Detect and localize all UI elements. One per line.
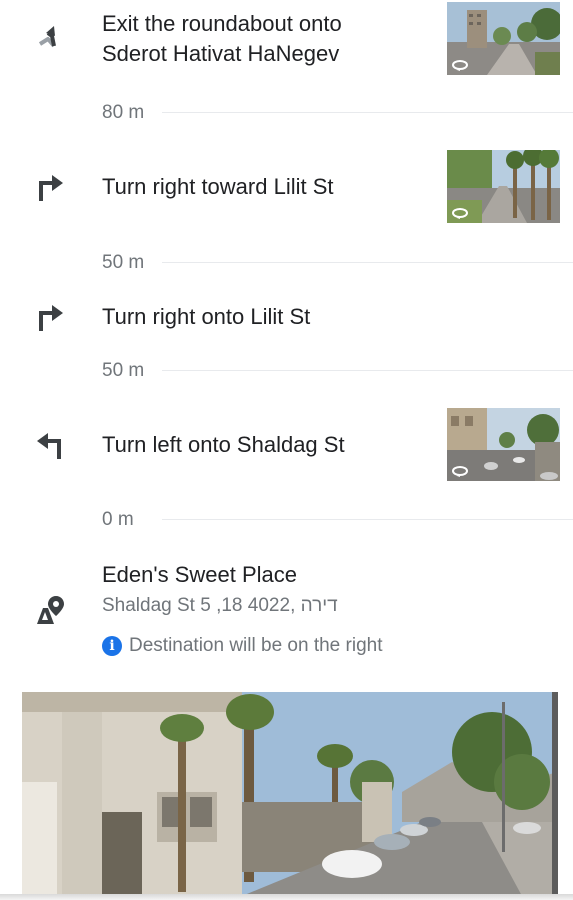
step-distance: 50 m [102, 252, 145, 273]
divider [162, 519, 573, 520]
destination-note: i Destination will be on the right [102, 634, 382, 658]
street-view-360-icon [452, 466, 468, 477]
step-instruction-line: Sderot Hativat HaNegev [102, 41, 340, 66]
step-instruction[interactable]: Turn left onto Shaldag St [102, 430, 345, 460]
street-view-thumbnail[interactable] [447, 408, 560, 481]
destination-note-text: Destination will be on the right [129, 635, 383, 656]
step-distance: 50 m [102, 360, 145, 381]
turn-left-icon [34, 429, 66, 461]
info-icon: i [102, 636, 122, 656]
roundabout-exit-icon [34, 22, 66, 54]
destination-street-view-photo[interactable] [22, 692, 558, 896]
divider [162, 112, 573, 113]
destination-pin-icon [34, 594, 66, 626]
step-instruction-line: Exit the roundabout onto [102, 11, 342, 36]
step-instruction[interactable]: Turn right toward Lilit St [102, 172, 334, 202]
step-instruction[interactable]: Turn right onto Lilit St [102, 302, 310, 332]
destination-address: Shaldag St 5 ,18 דירה ,4022 [102, 595, 338, 616]
street-view-thumbnail[interactable] [447, 2, 560, 75]
step-distance: 0 m [102, 509, 134, 530]
destination-name: Eden's Sweet Place [102, 562, 297, 587]
divider [162, 370, 573, 371]
street-view-360-icon [452, 60, 468, 71]
street-view-360-icon [452, 208, 468, 219]
divider [162, 262, 573, 263]
turn-right-icon [34, 301, 66, 333]
turn-right-icon [34, 171, 66, 203]
street-view-thumbnail[interactable] [447, 150, 560, 223]
step-instruction[interactable]: Exit the roundabout onto Sderot Hativat … [102, 9, 342, 69]
step-distance: 80 m [102, 102, 145, 123]
bottom-edge-shadow [0, 894, 573, 900]
